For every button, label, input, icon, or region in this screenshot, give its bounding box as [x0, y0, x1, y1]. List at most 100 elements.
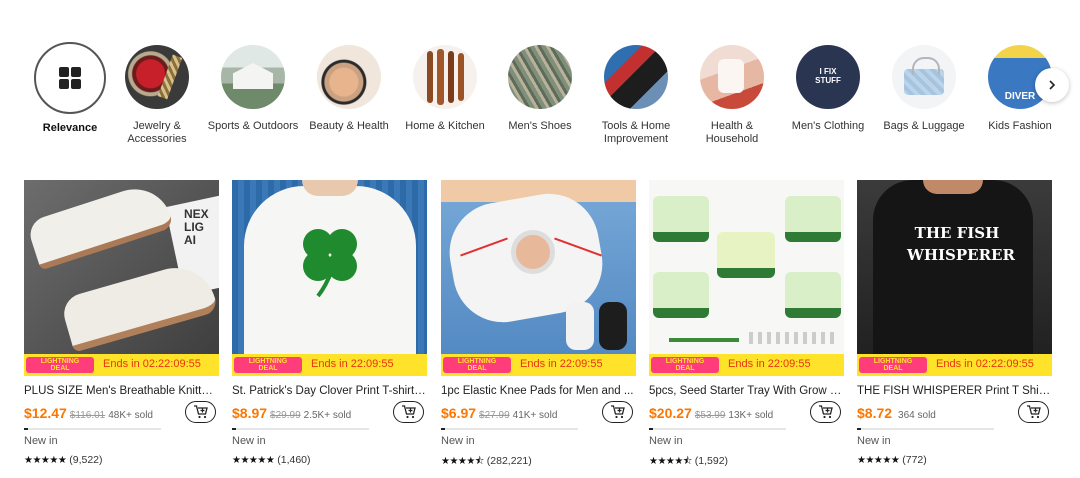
- tools-thumbnail: [604, 45, 668, 109]
- next-categories-button[interactable]: [1035, 68, 1069, 102]
- current-price: $8.97: [232, 405, 268, 421]
- lightning-deal-bar: LIGHTNING DEAL Ends in 22:09:55: [441, 354, 636, 376]
- sales-progress-bar: [441, 428, 578, 430]
- new-in-tag: New in: [441, 435, 475, 447]
- product-image[interactable]: [441, 180, 636, 376]
- add-to-cart-button[interactable]: [602, 401, 633, 423]
- add-to-cart-button[interactable]: [393, 401, 424, 423]
- cart-plus-icon: [818, 405, 833, 419]
- star-rating-icon: ★★★★★: [24, 455, 67, 466]
- star-rating-icon: ★★★★★: [232, 455, 275, 466]
- add-to-cart-button[interactable]: [810, 401, 841, 423]
- review-count: (9,522): [69, 454, 103, 466]
- rating: ★★★★★ (1,460): [232, 454, 311, 466]
- category-health[interactable]: Health & Household: [684, 42, 780, 146]
- current-price: $6.97: [441, 405, 477, 421]
- category-tools[interactable]: Tools & Home Improvement: [588, 42, 684, 146]
- price-line: $12.47 $116.01 48K+ sold: [24, 405, 184, 423]
- product-title[interactable]: 5pcs, Seed Starter Tray With Grow Li...: [649, 385, 844, 397]
- deal-countdown: Ends in 22:09:55: [728, 358, 811, 370]
- rating: ★★★★⯪ (1,592): [649, 454, 728, 471]
- sold-count: 48K+ sold: [108, 410, 153, 421]
- product-title[interactable]: THE FISH WHISPERER Print T Shirt, T...: [857, 385, 1052, 397]
- category-mens-shoes[interactable]: Men's Shoes: [492, 42, 588, 133]
- beauty-thumbnail: [317, 45, 381, 109]
- lightning-deal-bar: LIGHTNING DEAL Ends in 02:22:09:55: [857, 354, 1052, 376]
- star-rating-icon: ★★★★⯪: [649, 456, 692, 467]
- product-image[interactable]: NEX LIG AI: [24, 180, 219, 376]
- price-line: $8.97 $29.99 2.5K+ sold: [232, 405, 392, 423]
- original-price: $27.99: [479, 410, 510, 421]
- deal-countdown: Ends in 22:09:55: [311, 358, 394, 370]
- category-label: Men's Clothing: [791, 120, 865, 132]
- bags-thumbnail: [892, 45, 956, 109]
- add-to-cart-button[interactable]: [185, 401, 216, 423]
- sold-count: 2.5K+ sold: [303, 410, 352, 421]
- cart-plus-icon: [610, 405, 625, 419]
- category-label: Health & Household: [705, 120, 759, 145]
- grid-icon: [59, 67, 81, 89]
- category-label: Relevance: [42, 122, 98, 134]
- product-image[interactable]: THE FISH WHISPERER: [857, 180, 1052, 376]
- category-label: Home & Kitchen: [405, 120, 485, 132]
- lightning-deal-badge: LIGHTNING DEAL: [651, 357, 719, 373]
- lightning-deal-bar: LIGHTNING DEAL Ends in 22:09:55: [649, 354, 844, 376]
- star-rating-icon: ★★★★⯪: [441, 456, 484, 467]
- category-label: Tools & Home Improvement: [601, 120, 671, 145]
- new-in-tag: New in: [24, 435, 58, 447]
- product-image[interactable]: [232, 180, 427, 376]
- rating: ★★★★⯪ (282,221): [441, 454, 532, 471]
- chevron-right-icon: [1049, 80, 1056, 90]
- health-thumbnail: [700, 45, 764, 109]
- sold-count: 41K+ sold: [512, 410, 558, 421]
- lightning-deal-badge: LIGHTNING DEAL: [443, 357, 511, 373]
- relevance-circle: [34, 42, 106, 114]
- new-in-tag: New in: [232, 435, 266, 447]
- category-mens-clothing[interactable]: I FIX STUFF Men's Clothing: [780, 42, 876, 133]
- deal-countdown: Ends in 02:22:09:55: [103, 358, 201, 370]
- mens-clothing-thumbnail: I FIX STUFF: [796, 45, 860, 109]
- add-to-cart-button[interactable]: [1018, 401, 1049, 423]
- category-beauty[interactable]: Beauty & Health: [301, 42, 397, 133]
- category-label: Bags & Luggage: [883, 120, 965, 132]
- lightning-deal-badge: LIGHTNING DEAL: [859, 357, 927, 373]
- sales-progress-bar: [24, 428, 161, 430]
- price-line: $8.72 364 sold: [857, 405, 1017, 423]
- product-title[interactable]: St. Patrick's Day Clover Print T-shirt, …: [232, 385, 427, 397]
- category-label: Sports & Outdoors: [207, 120, 299, 132]
- category-label: Jewelry & Accessories: [127, 120, 187, 145]
- price-line: $20.27 $53.99 13K+ sold: [649, 405, 809, 423]
- product-title[interactable]: 1pc Elastic Knee Pads for Men and ...: [441, 385, 636, 397]
- sales-progress-bar: [649, 428, 786, 430]
- cart-plus-icon: [193, 405, 208, 419]
- category-sports[interactable]: Sports & Outdoors: [205, 42, 301, 133]
- deal-countdown: Ends in 02:22:09:55: [936, 358, 1034, 370]
- price-line: $6.97 $27.99 41K+ sold: [441, 405, 601, 423]
- review-count: (1,592): [694, 455, 729, 467]
- sales-progress-bar: [857, 428, 994, 430]
- star-rating-icon: ★★★★★: [857, 455, 900, 466]
- clover-graphic: [303, 229, 357, 298]
- product-image[interactable]: [649, 180, 844, 376]
- original-price: $29.99: [270, 410, 301, 421]
- sold-count: 13K+ sold: [728, 410, 774, 421]
- category-label: Men's Shoes: [508, 120, 572, 132]
- lightning-deal-bar: LIGHTNING DEAL Ends in 02:22:09:55: [24, 354, 219, 376]
- category-label: Beauty & Health: [309, 120, 389, 132]
- category-home-kitchen[interactable]: Home & Kitchen: [397, 42, 493, 133]
- current-price: $20.27: [649, 405, 692, 421]
- shirt-print-text: THE FISH WHISPERER: [907, 224, 1015, 264]
- current-price: $8.72: [857, 405, 893, 421]
- lightning-deal-bar: LIGHTNING DEAL Ends in 22:09:55: [232, 354, 427, 376]
- review-count: (772): [902, 454, 927, 466]
- lightning-deal-badge: LIGHTNING DEAL: [234, 357, 302, 373]
- jewelry-thumbnail: [125, 45, 189, 109]
- category-jewelry[interactable]: Jewelry & Accessories: [109, 42, 205, 146]
- product-title[interactable]: PLUS SIZE Men's Breathable Knitted ...: [24, 385, 219, 397]
- new-in-tag: New in: [857, 435, 891, 447]
- category-strip: Relevance Jewelry & Accessories Sports &…: [22, 42, 1062, 167]
- category-relevance[interactable]: Relevance: [22, 42, 118, 135]
- original-price: $53.99: [694, 410, 726, 421]
- category-bags[interactable]: Bags & Luggage: [876, 42, 972, 133]
- rating: ★★★★★ (772): [857, 454, 927, 466]
